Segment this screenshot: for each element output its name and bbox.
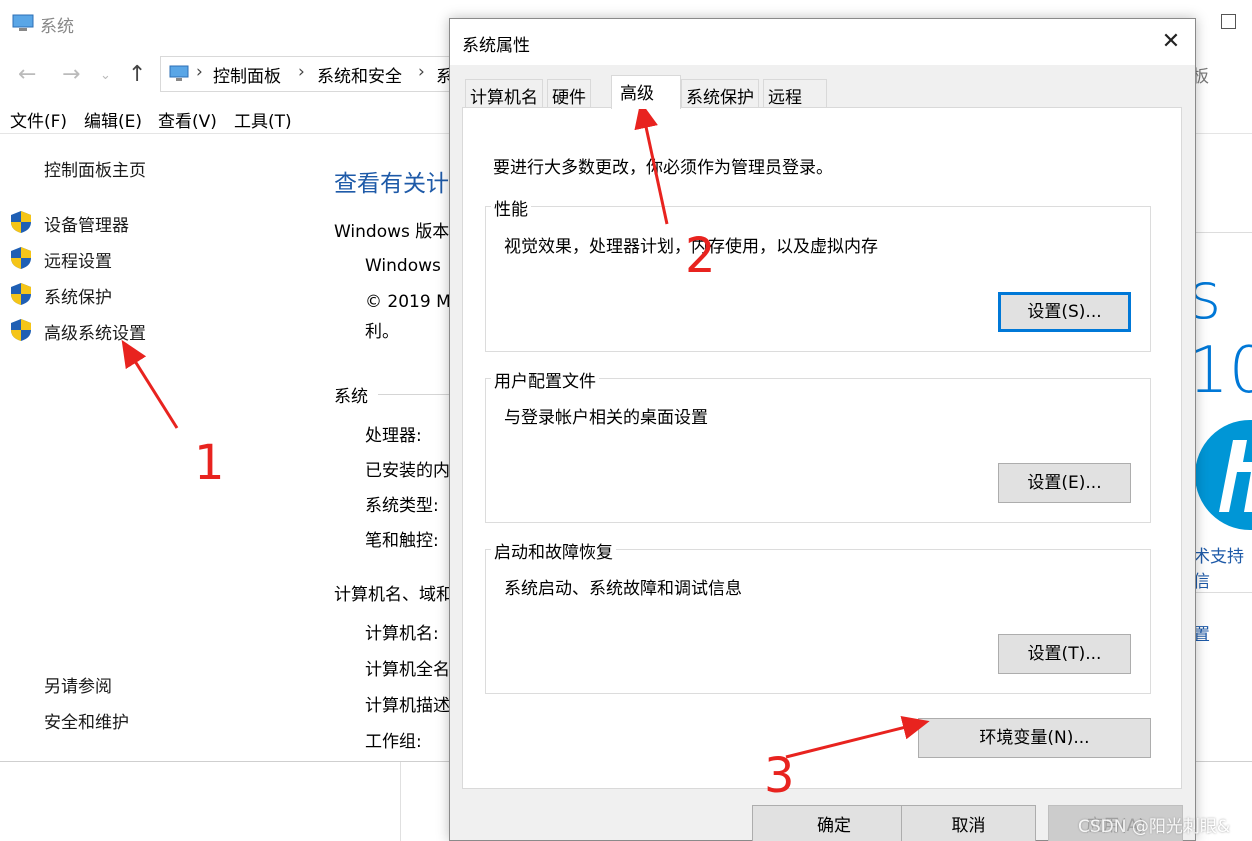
shield-icon	[11, 247, 31, 269]
shield-icon	[11, 319, 31, 341]
environment-variables-button[interactable]: 环境变量(N)...	[918, 718, 1151, 758]
startup-recovery-settings-button[interactable]: 设置(T)...	[998, 634, 1131, 674]
menu-edit[interactable]: 编辑(E)	[84, 107, 142, 132]
hp-logo-icon	[1195, 420, 1252, 530]
control-panel-icon	[169, 65, 189, 81]
menu-file[interactable]: 文件(F)	[10, 107, 67, 132]
installed-memory-label: 已安装的内	[365, 461, 450, 481]
support-info-link[interactable]: 术支持信	[1193, 542, 1252, 592]
forward-arrow-icon[interactable]: →	[62, 62, 80, 87]
window-title: 系统	[40, 17, 74, 37]
annotation-number-2: 2	[685, 228, 716, 284]
ok-button[interactable]: 确定	[752, 805, 916, 841]
admin-notice: 要进行大多数更改，你必须作为管理员登录。	[493, 158, 833, 178]
maximize-icon[interactable]	[1221, 14, 1236, 29]
computer-description-label: 计算机描述	[365, 696, 450, 716]
breadcrumb-system-security[interactable]: 系统和安全	[317, 62, 402, 87]
user-profiles-settings-button[interactable]: 设置(E)...	[998, 463, 1131, 503]
windows-name: Windows	[365, 256, 441, 276]
menu-view[interactable]: 查看(V)	[158, 107, 217, 132]
cancel-button[interactable]: 取消	[901, 805, 1036, 841]
computer-section-heading: 计算机名、域和	[334, 585, 449, 605]
page-title: 查看有关计	[334, 171, 449, 197]
section-divider	[1188, 592, 1252, 593]
section-divider	[1188, 232, 1252, 233]
hp-letters-icon	[1219, 440, 1252, 512]
tab-computer-name[interactable]: 计算机名	[465, 79, 543, 108]
back-arrow-icon[interactable]: ←	[18, 62, 36, 87]
computer-name-label: 计算机名:	[365, 624, 439, 644]
recent-dropdown-icon[interactable]: ⌄	[100, 68, 111, 83]
screen: 系统 ← → ⌄ ↑ › 控制面板 › 系统和安全 › 系 板 文件(F) 编辑…	[0, 0, 1252, 841]
breadcrumb-separator-icon: ›	[298, 62, 305, 82]
full-computer-name-label: 计算机全名	[365, 660, 450, 680]
annotation-number-1: 1	[194, 435, 225, 491]
system-section-heading: 系统	[334, 387, 368, 407]
user-profiles-description: 与登录帐户相关的桌面设置	[504, 408, 708, 428]
advanced-tab-panel: 要进行大多数更改，你必须作为管理员登录。 性能 视觉效果，处理器计划，内存使用，…	[462, 107, 1182, 789]
performance-label: 性能	[491, 195, 531, 220]
computer-icon	[12, 14, 34, 31]
annotation-number-3: 3	[764, 748, 795, 804]
workgroup-label: 工作组:	[365, 732, 422, 752]
divider	[400, 762, 401, 841]
system-properties-dialog: 系统属性 ✕ 计算机名 硬件 高级 系统保护 远程 要进行大多数更改，你必须作为…	[449, 18, 1196, 841]
pen-touch-label: 笔和触控:	[365, 531, 439, 551]
menu-tools[interactable]: 工具(T)	[234, 107, 292, 132]
see-also-heading: 另请参阅	[44, 677, 112, 697]
device-manager-link[interactable]: 设备管理器	[44, 211, 129, 236]
advanced-system-settings-link[interactable]: 高级系统设置	[44, 319, 146, 344]
address-bar[interactable]	[160, 56, 460, 92]
copyright-text: © 2019 M	[365, 292, 451, 312]
system-type-label: 系统类型:	[365, 496, 439, 516]
processor-label: 处理器:	[365, 426, 422, 446]
tab-system-protection[interactable]: 系统保护	[681, 79, 759, 108]
tab-advanced[interactable]: 高级	[611, 75, 681, 109]
system-protection-link[interactable]: 系统保护	[44, 283, 112, 308]
tab-remote[interactable]: 远程	[763, 79, 827, 108]
windows-edition-heading: Windows 版本	[334, 222, 450, 242]
windows10-logo-text: s 10	[1188, 260, 1252, 408]
performance-settings-button[interactable]: 设置(S)...	[998, 292, 1131, 332]
remote-settings-link[interactable]: 远程设置	[44, 247, 112, 272]
shield-icon	[11, 211, 31, 233]
startup-recovery-description: 系统启动、系统故障和调试信息	[504, 579, 742, 599]
up-arrow-icon[interactable]: ↑	[128, 62, 146, 87]
startup-recovery-label: 启动和故障恢复	[491, 538, 616, 563]
dialog-titlebar: 系统属性 ✕	[450, 19, 1195, 65]
dialog-title: 系统属性	[462, 36, 530, 56]
breadcrumb-separator-icon: ›	[418, 62, 425, 82]
control-panel-home-link[interactable]: 控制面板主页	[44, 156, 146, 181]
watermark: CSDN @阳光刺眼&	[1078, 817, 1231, 837]
tab-hardware[interactable]: 硬件	[547, 79, 591, 108]
security-maintenance-link[interactable]: 安全和维护	[44, 708, 129, 733]
copyright-text-line2: 利。	[365, 322, 399, 342]
breadcrumb-control-panel[interactable]: 控制面板	[213, 62, 281, 87]
breadcrumb-separator-icon: ›	[196, 62, 203, 82]
close-icon[interactable]: ✕	[1158, 29, 1184, 55]
section-divider	[378, 394, 450, 395]
shield-icon	[11, 283, 31, 305]
user-profiles-label: 用户配置文件	[491, 367, 599, 392]
